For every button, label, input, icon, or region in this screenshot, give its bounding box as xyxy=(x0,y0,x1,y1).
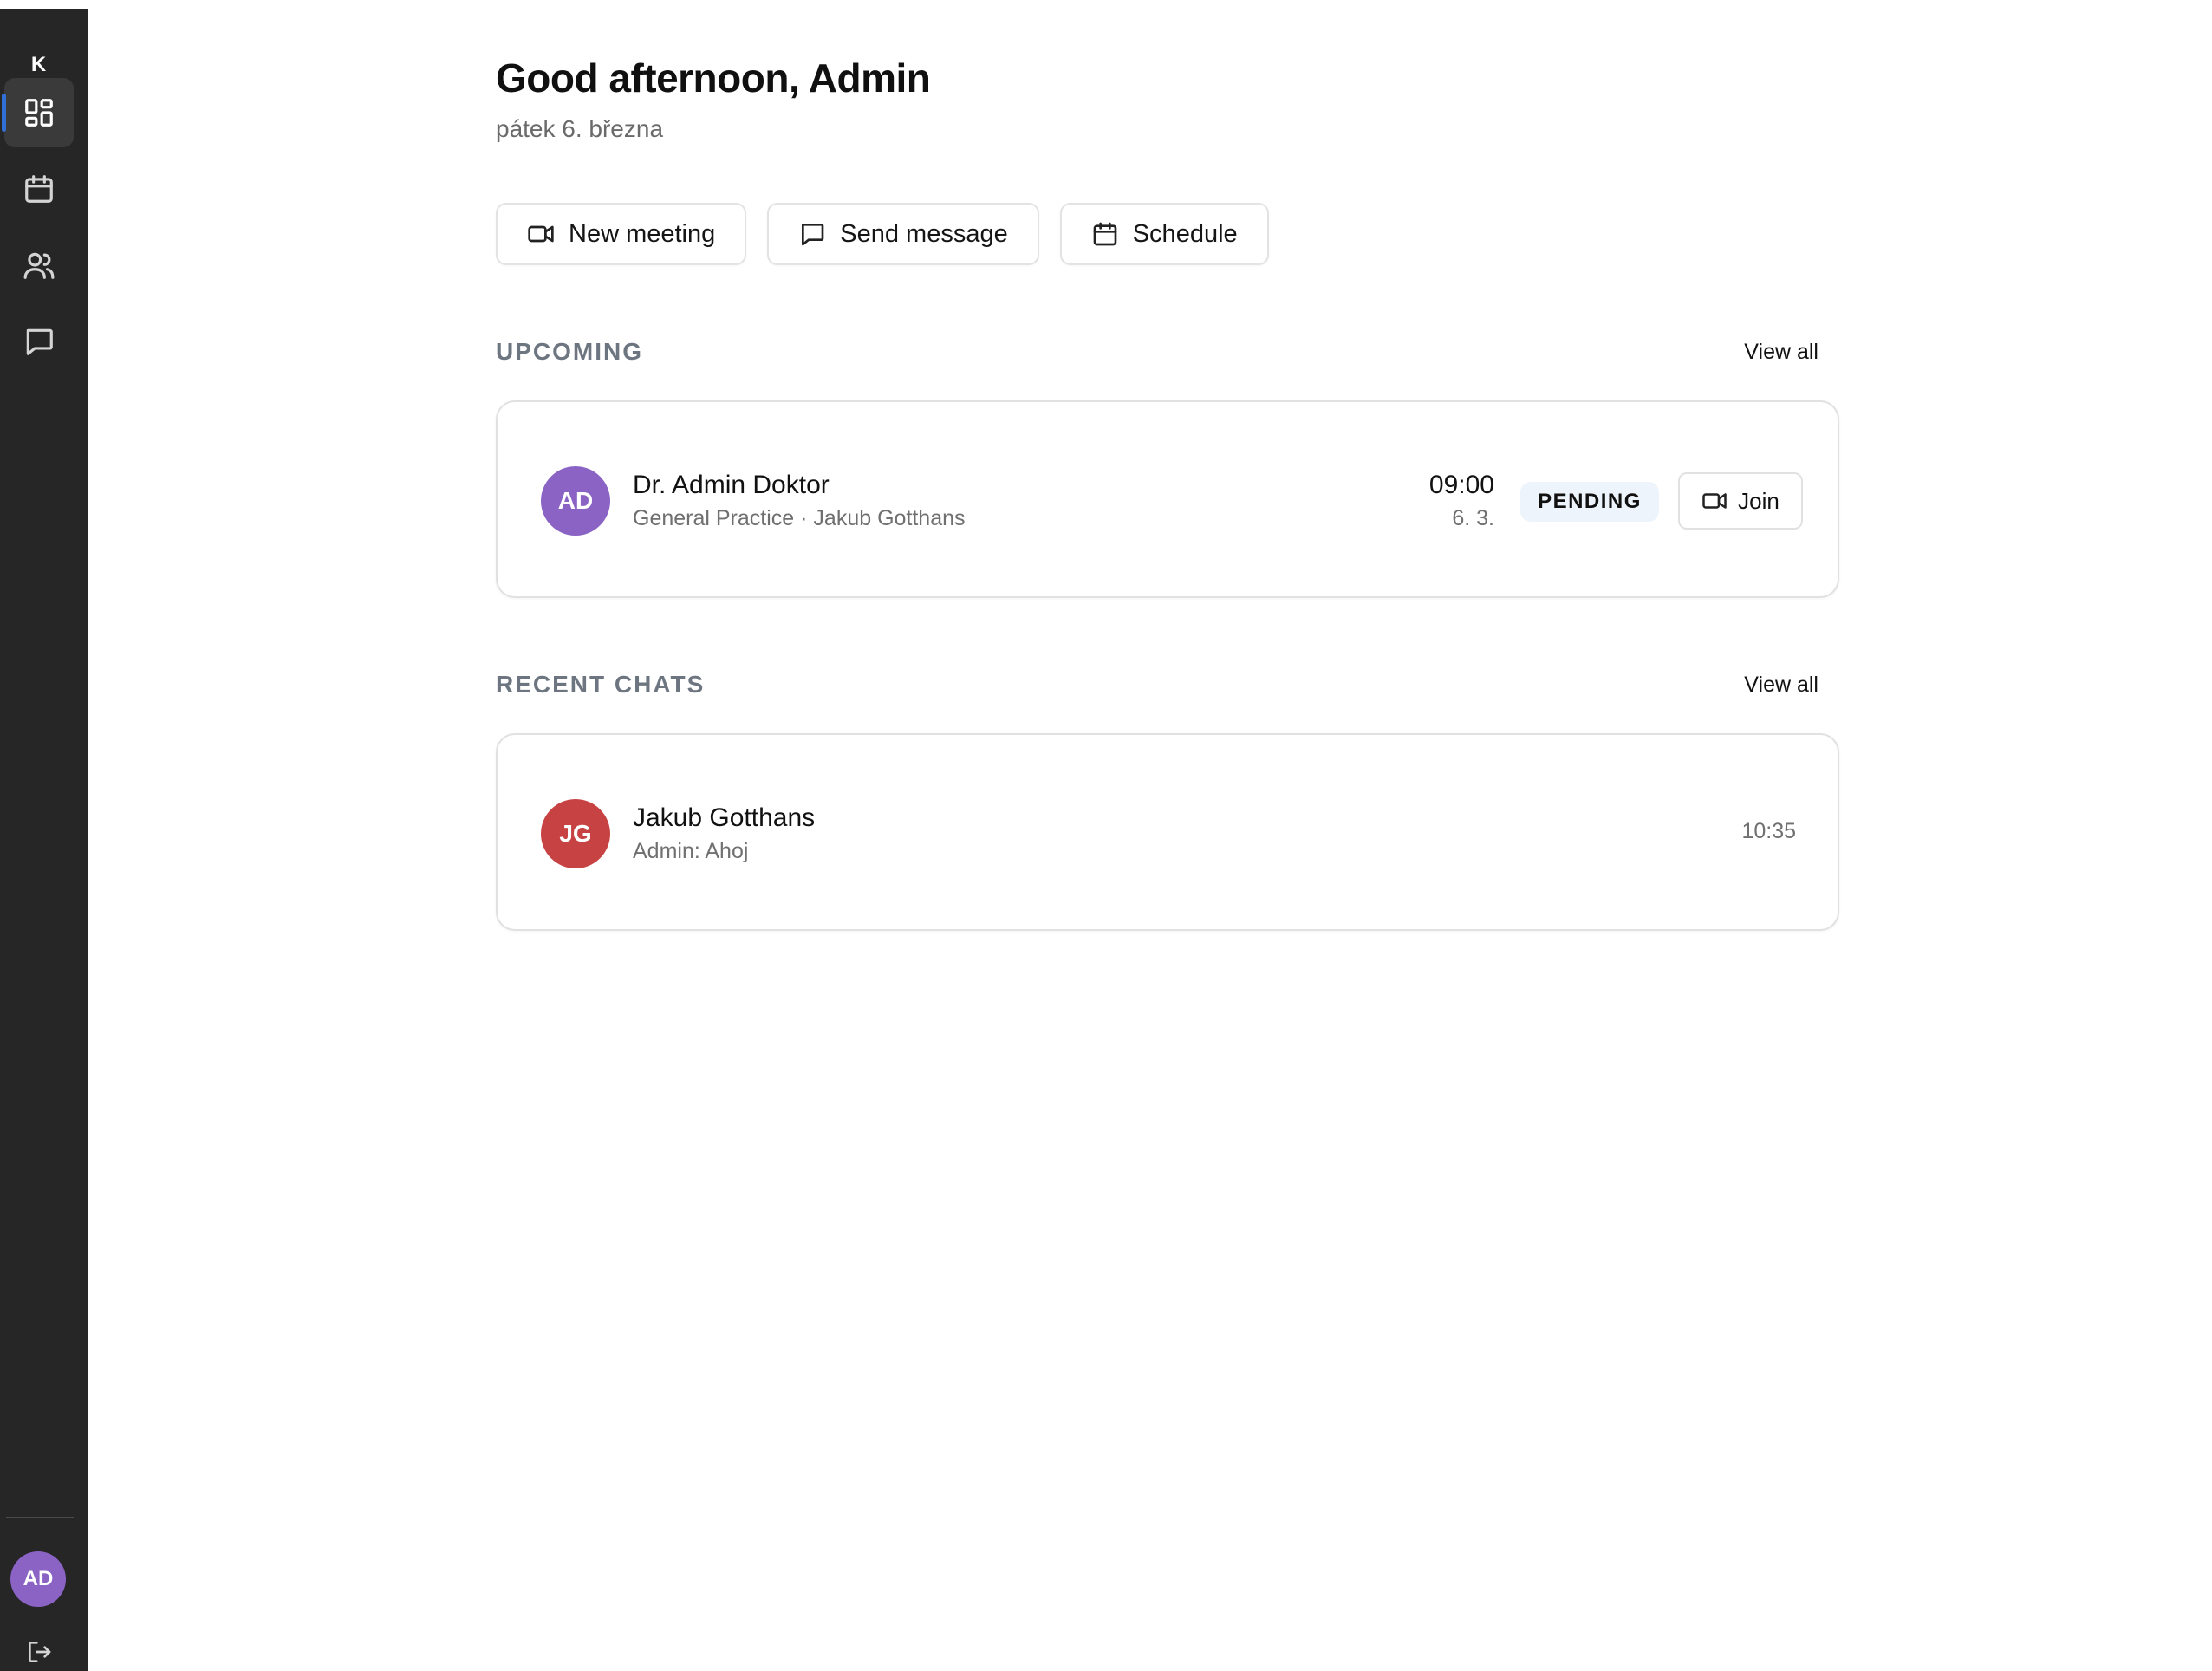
new-meeting-label: New meeting xyxy=(569,219,716,248)
sidebar-item-calendar[interactable] xyxy=(4,154,74,224)
logout-icon xyxy=(29,1642,51,1662)
chat-avatar: JG xyxy=(541,799,610,868)
chat-contact-name: Jakub Gotthans xyxy=(633,803,816,832)
upcoming-title: UPCOMING xyxy=(496,338,643,365)
sidebar-item-chats[interactable] xyxy=(4,307,74,376)
upcoming-section-header: UPCOMING View all xyxy=(496,335,1839,369)
video-icon xyxy=(528,225,554,243)
current-date: pátek 6. března xyxy=(496,115,664,142)
meeting-details: General Practice · Jakub Gotthans xyxy=(633,506,966,530)
video-icon xyxy=(1702,493,1727,509)
upcoming-view-all-link[interactable]: View all xyxy=(1744,335,1818,369)
user-avatar[interactable]: AD xyxy=(10,1551,66,1607)
recent-chat-card[interactable]: JG Jakub Gotthans Admin: Ahoj 10:35 xyxy=(496,733,1839,931)
meeting-time: 09:00 xyxy=(1428,471,1494,499)
join-meeting-button[interactable]: Join xyxy=(1678,472,1803,530)
schedule-label: Schedule xyxy=(1132,219,1238,248)
schedule-button[interactable]: Schedule xyxy=(1059,203,1269,265)
recent-chats-section-header: RECENT CHATS View all xyxy=(496,667,1839,702)
brand-logo[interactable]: K xyxy=(0,52,77,78)
calendar-icon xyxy=(25,175,53,203)
page-title: Good afternoon, Admin xyxy=(496,55,931,101)
users-icon xyxy=(23,252,55,279)
meeting-avatar: AD xyxy=(541,466,610,536)
meeting-title: Dr. Admin Doktor xyxy=(633,471,830,499)
message-icon xyxy=(802,224,824,246)
app-window: K AD Good afternoon, Admin pátek 6. břez… xyxy=(0,0,2212,1671)
send-message-label: Send message xyxy=(840,219,1008,248)
sidebar-divider xyxy=(6,1517,74,1518)
top-strip xyxy=(0,0,88,9)
quick-actions: New meeting Send message Schedule xyxy=(496,203,1269,265)
join-label: Join xyxy=(1738,487,1779,514)
meeting-date: 6. 3. xyxy=(1452,506,1494,530)
dashboard-main: Good afternoon, Admin pátek 6. března Ne… xyxy=(496,52,1848,931)
calendar-icon xyxy=(1093,222,1117,246)
status-badge: PENDING xyxy=(1520,482,1659,522)
recent-chats-title: RECENT CHATS xyxy=(496,671,706,698)
chat-preview: Admin: Ahoj xyxy=(633,839,749,863)
chat-time: 10:35 xyxy=(1741,819,1796,843)
upcoming-meeting-card[interactable]: AD Dr. Admin Doktor General Practice · J… xyxy=(496,400,1839,598)
recent-chats-view-all-link[interactable]: View all xyxy=(1744,667,1818,702)
send-message-button[interactable]: Send message xyxy=(767,203,1039,265)
dashboard-icon xyxy=(25,99,53,127)
logout-button[interactable] xyxy=(22,1635,56,1669)
sidebar-item-dashboard[interactable] xyxy=(2,78,74,147)
new-meeting-button[interactable]: New meeting xyxy=(496,203,747,265)
sidebar: K AD xyxy=(0,9,88,1671)
message-icon xyxy=(26,328,53,355)
sidebar-item-contacts[interactable] xyxy=(4,231,74,300)
